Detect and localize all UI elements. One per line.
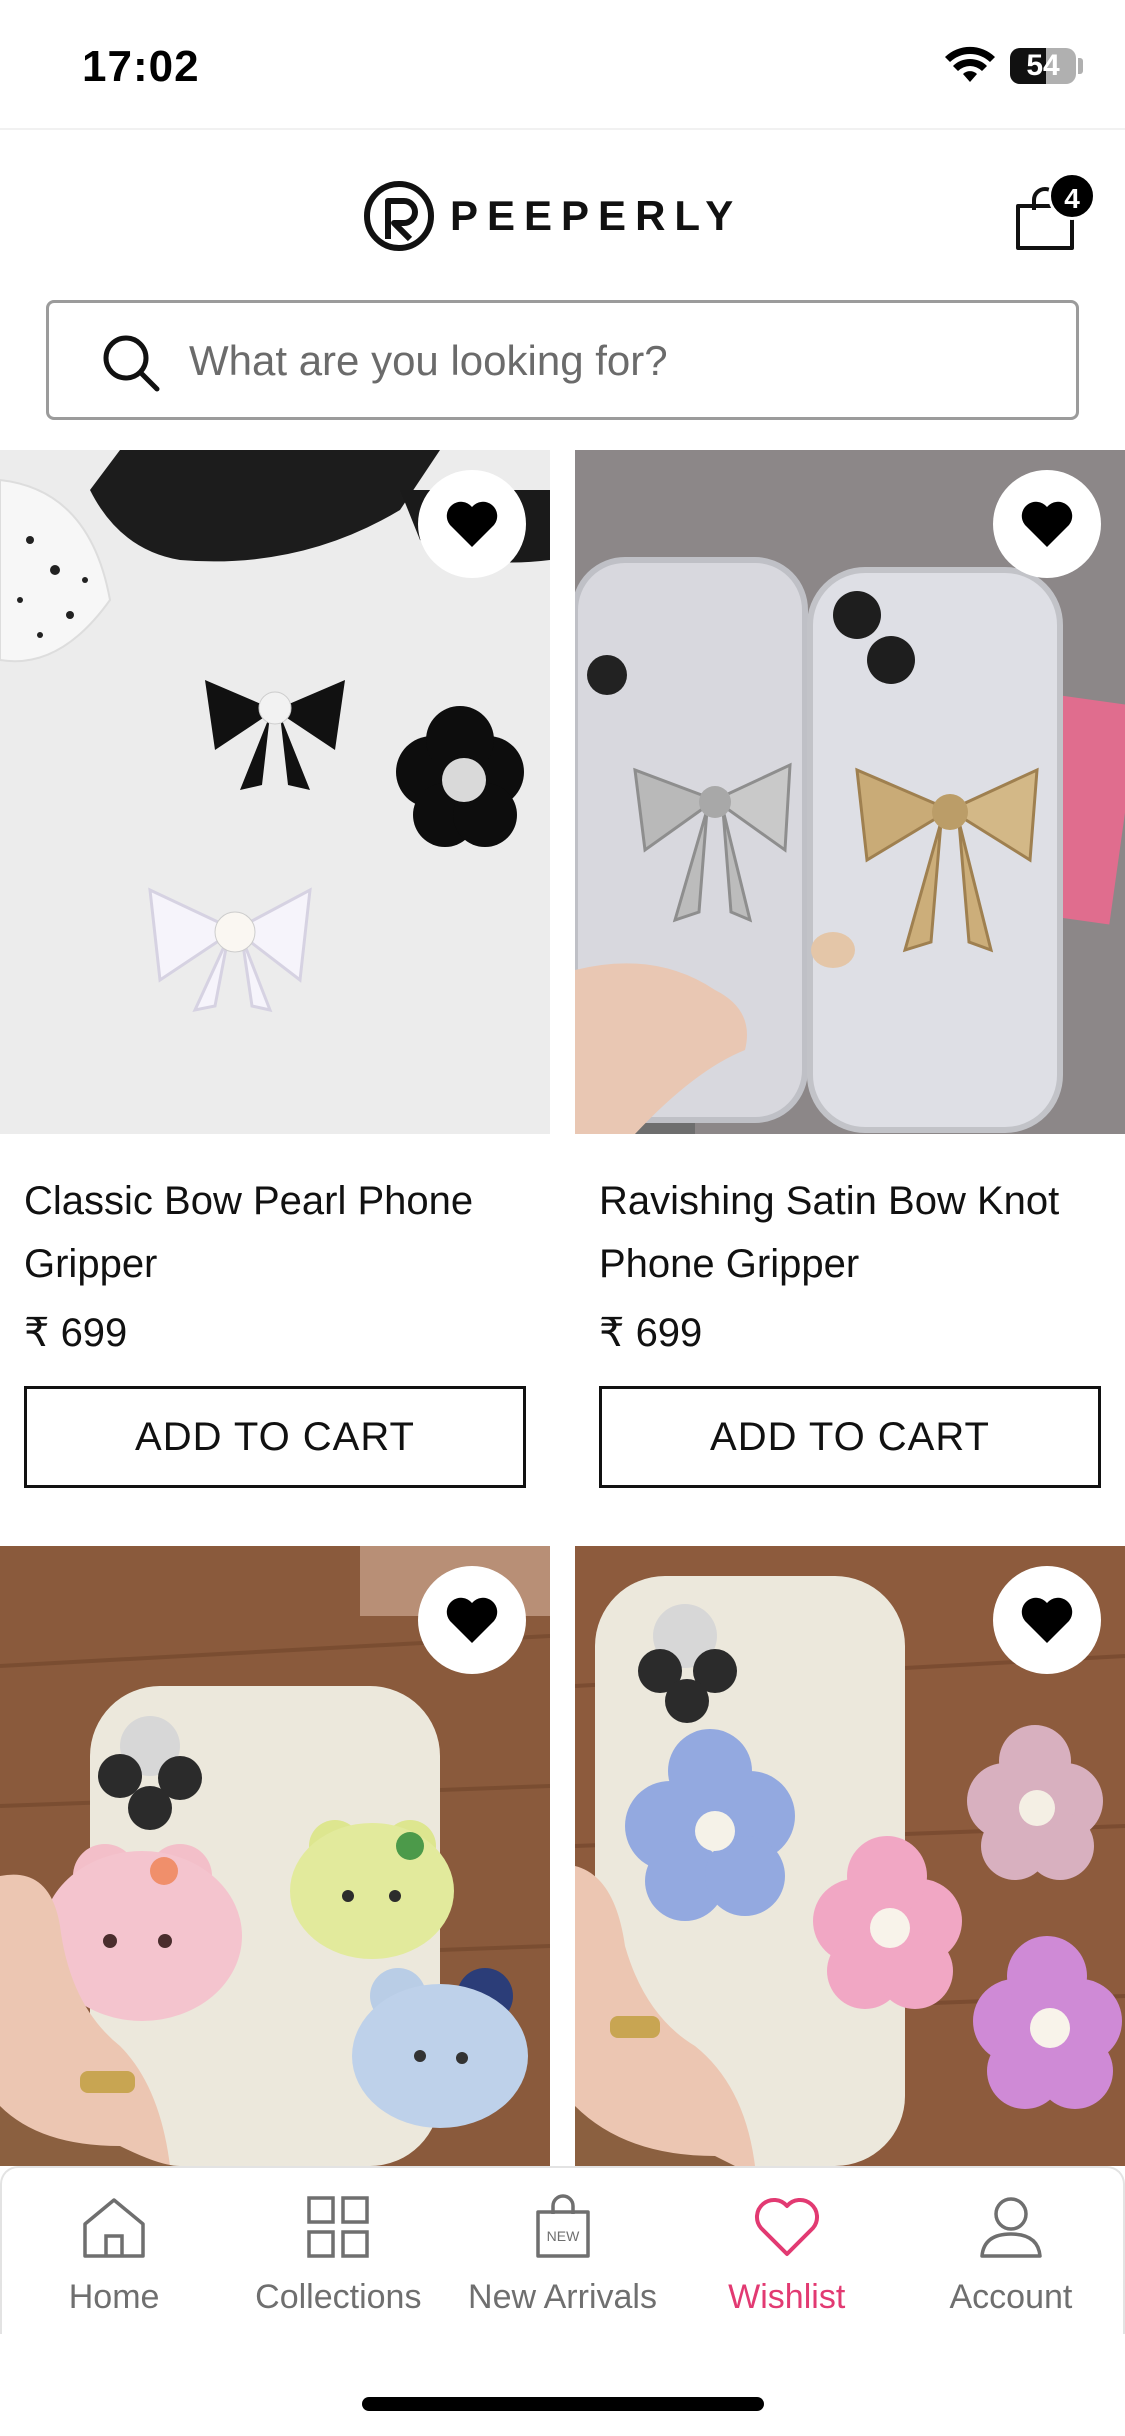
battery-percentage: 54 [1026,49,1060,82]
tab-account[interactable]: Account [899,2168,1123,2334]
product-image[interactable] [0,450,550,1134]
product-title[interactable]: Classic Bow Pearl Phone Gripper [24,1170,534,1296]
heart-icon [754,2198,819,2256]
status-time: 17:02 [82,42,200,91]
product-title[interactable]: Ravishing Satin Bow Knot Phone Gripper [599,1170,1109,1296]
brand-name: PEEPERLY [450,192,743,239]
tab-new-arrivals[interactable]: NEW New Arrivals [450,2168,674,2334]
tab-label: Collections [255,2278,422,2316]
new-bag-icon: NEW [535,2194,590,2258]
tab-wishlist[interactable]: Wishlist [675,2168,899,2334]
status-bar: 17:02 54 [0,0,1125,128]
search-bar[interactable] [46,300,1079,420]
heart-filled-icon [1021,1597,1073,1643]
heart-filled-icon [446,501,498,547]
wishlist-toggle[interactable] [993,1566,1101,1674]
product-price: ₹ 699 [599,1311,703,1355]
add-to-cart-button[interactable]: ADD TO CART [599,1386,1101,1488]
logo-mark-icon [364,181,434,251]
heart-filled-icon [446,1597,498,1643]
search-input[interactable] [189,323,1049,399]
person-icon [980,2197,1042,2258]
tab-label: Home [68,2278,160,2316]
product-image[interactable] [575,450,1125,1134]
home-icon [83,2198,145,2258]
battery-indicator: 54 [1010,48,1076,84]
battery-nub [1078,58,1083,74]
svg-text:NEW: NEW [546,2228,579,2244]
tab-collections[interactable]: Collections [226,2168,450,2334]
product-card[interactable] [0,1546,550,2166]
search-icon [103,335,160,392]
wifi-icon [945,46,995,82]
cart-count-badge: 4 [1048,172,1096,220]
tab-label: Wishlist [728,2278,846,2316]
tab-label: Account [949,2278,1073,2316]
grid-icon [307,2196,370,2258]
product-card[interactable]: Classic Bow Pearl Phone Gripper ₹ 699 AD… [0,450,550,1510]
add-to-cart-button[interactable]: ADD TO CART [24,1386,526,1488]
heart-filled-icon [1021,501,1073,547]
bottom-tab-bar: Home Collections NEW New Arrivals Wishli… [0,2166,1125,2334]
product-card[interactable]: Ravishing Satin Bow Knot Phone Gripper ₹… [575,450,1125,1510]
brand-logo[interactable]: PEEPERLY [362,178,742,254]
home-indicator [362,2397,764,2411]
product-price: ₹ 699 [24,1311,128,1355]
wishlist-toggle[interactable] [418,470,526,578]
product-image[interactable] [0,1546,550,2166]
wishlist-toggle[interactable] [993,470,1101,578]
wishlist-toggle[interactable] [418,1566,526,1674]
product-image[interactable] [575,1546,1125,2166]
product-card[interactable] [575,1546,1125,2166]
tab-label: New Arrivals [468,2278,657,2316]
cart-button[interactable]: 4 [1004,172,1098,256]
tab-home[interactable]: Home [2,2168,226,2334]
header-divider [0,128,1125,130]
